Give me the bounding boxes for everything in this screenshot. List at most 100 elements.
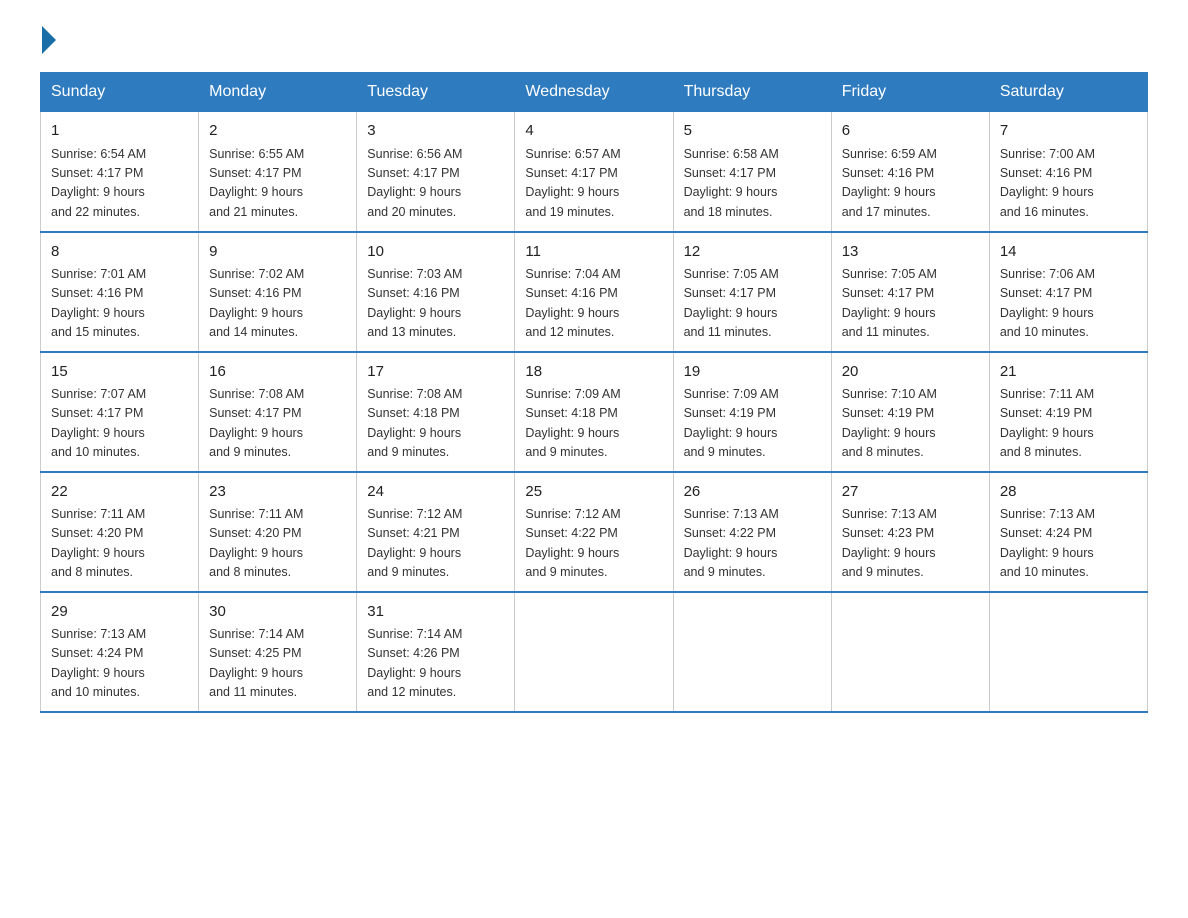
weekday-header-friday: Friday bbox=[831, 73, 989, 112]
day-number: 25 bbox=[525, 481, 662, 504]
calendar-week-row: 15Sunrise: 7:07 AMSunset: 4:17 PMDayligh… bbox=[41, 352, 1148, 472]
day-info: Sunrise: 7:06 AMSunset: 4:17 PMDaylight:… bbox=[1000, 265, 1137, 343]
day-info: Sunrise: 7:02 AMSunset: 4:16 PMDaylight:… bbox=[209, 265, 346, 343]
calendar-week-row: 1Sunrise: 6:54 AMSunset: 4:17 PMDaylight… bbox=[41, 112, 1148, 232]
day-info: Sunrise: 7:11 AMSunset: 4:19 PMDaylight:… bbox=[1000, 385, 1137, 463]
calendar-cell: 2Sunrise: 6:55 AMSunset: 4:17 PMDaylight… bbox=[199, 112, 357, 232]
day-number: 18 bbox=[525, 361, 662, 384]
calendar-cell: 7Sunrise: 7:00 AMSunset: 4:16 PMDaylight… bbox=[989, 112, 1147, 232]
day-info: Sunrise: 7:01 AMSunset: 4:16 PMDaylight:… bbox=[51, 265, 188, 343]
page-header bbox=[40, 30, 1148, 52]
day-number: 29 bbox=[51, 601, 188, 624]
calendar-cell: 11Sunrise: 7:04 AMSunset: 4:16 PMDayligh… bbox=[515, 232, 673, 352]
logo bbox=[40, 30, 56, 52]
calendar-week-row: 22Sunrise: 7:11 AMSunset: 4:20 PMDayligh… bbox=[41, 472, 1148, 592]
day-number: 6 bbox=[842, 120, 979, 143]
weekday-header-saturday: Saturday bbox=[989, 73, 1147, 112]
day-info: Sunrise: 6:56 AMSunset: 4:17 PMDaylight:… bbox=[367, 145, 504, 223]
calendar-week-row: 29Sunrise: 7:13 AMSunset: 4:24 PMDayligh… bbox=[41, 592, 1148, 712]
calendar-cell: 9Sunrise: 7:02 AMSunset: 4:16 PMDaylight… bbox=[199, 232, 357, 352]
day-info: Sunrise: 6:54 AMSunset: 4:17 PMDaylight:… bbox=[51, 145, 188, 223]
calendar-cell bbox=[989, 592, 1147, 712]
day-number: 7 bbox=[1000, 120, 1137, 143]
calendar-cell: 29Sunrise: 7:13 AMSunset: 4:24 PMDayligh… bbox=[41, 592, 199, 712]
day-number: 10 bbox=[367, 241, 504, 264]
day-info: Sunrise: 6:57 AMSunset: 4:17 PMDaylight:… bbox=[525, 145, 662, 223]
calendar-cell: 21Sunrise: 7:11 AMSunset: 4:19 PMDayligh… bbox=[989, 352, 1147, 472]
calendar-cell: 12Sunrise: 7:05 AMSunset: 4:17 PMDayligh… bbox=[673, 232, 831, 352]
calendar-cell: 25Sunrise: 7:12 AMSunset: 4:22 PMDayligh… bbox=[515, 472, 673, 592]
day-number: 19 bbox=[684, 361, 821, 384]
weekday-header-thursday: Thursday bbox=[673, 73, 831, 112]
day-number: 15 bbox=[51, 361, 188, 384]
day-number: 20 bbox=[842, 361, 979, 384]
calendar-cell: 8Sunrise: 7:01 AMSunset: 4:16 PMDaylight… bbox=[41, 232, 199, 352]
day-info: Sunrise: 7:11 AMSunset: 4:20 PMDaylight:… bbox=[209, 505, 346, 583]
day-number: 26 bbox=[684, 481, 821, 504]
calendar-cell: 3Sunrise: 6:56 AMSunset: 4:17 PMDaylight… bbox=[357, 112, 515, 232]
day-info: Sunrise: 7:14 AMSunset: 4:26 PMDaylight:… bbox=[367, 625, 504, 703]
day-number: 9 bbox=[209, 241, 346, 264]
day-info: Sunrise: 6:55 AMSunset: 4:17 PMDaylight:… bbox=[209, 145, 346, 223]
calendar-cell: 23Sunrise: 7:11 AMSunset: 4:20 PMDayligh… bbox=[199, 472, 357, 592]
day-info: Sunrise: 7:13 AMSunset: 4:22 PMDaylight:… bbox=[684, 505, 821, 583]
day-number: 24 bbox=[367, 481, 504, 504]
day-info: Sunrise: 7:12 AMSunset: 4:22 PMDaylight:… bbox=[525, 505, 662, 583]
day-number: 30 bbox=[209, 601, 346, 624]
day-info: Sunrise: 7:09 AMSunset: 4:19 PMDaylight:… bbox=[684, 385, 821, 463]
day-info: Sunrise: 7:03 AMSunset: 4:16 PMDaylight:… bbox=[367, 265, 504, 343]
day-info: Sunrise: 7:14 AMSunset: 4:25 PMDaylight:… bbox=[209, 625, 346, 703]
weekday-header-tuesday: Tuesday bbox=[357, 73, 515, 112]
day-info: Sunrise: 7:08 AMSunset: 4:17 PMDaylight:… bbox=[209, 385, 346, 463]
day-info: Sunrise: 7:04 AMSunset: 4:16 PMDaylight:… bbox=[525, 265, 662, 343]
calendar-cell: 19Sunrise: 7:09 AMSunset: 4:19 PMDayligh… bbox=[673, 352, 831, 472]
calendar-cell: 28Sunrise: 7:13 AMSunset: 4:24 PMDayligh… bbox=[989, 472, 1147, 592]
calendar-cell: 22Sunrise: 7:11 AMSunset: 4:20 PMDayligh… bbox=[41, 472, 199, 592]
day-number: 28 bbox=[1000, 481, 1137, 504]
day-number: 23 bbox=[209, 481, 346, 504]
day-number: 4 bbox=[525, 120, 662, 143]
day-number: 27 bbox=[842, 481, 979, 504]
day-info: Sunrise: 6:59 AMSunset: 4:16 PMDaylight:… bbox=[842, 145, 979, 223]
calendar-cell: 1Sunrise: 6:54 AMSunset: 4:17 PMDaylight… bbox=[41, 112, 199, 232]
weekday-header-monday: Monday bbox=[199, 73, 357, 112]
weekday-header-wednesday: Wednesday bbox=[515, 73, 673, 112]
calendar-cell bbox=[831, 592, 989, 712]
weekday-header-sunday: Sunday bbox=[41, 73, 199, 112]
day-number: 3 bbox=[367, 120, 504, 143]
day-info: Sunrise: 7:05 AMSunset: 4:17 PMDaylight:… bbox=[684, 265, 821, 343]
calendar-table: SundayMondayTuesdayWednesdayThursdayFrid… bbox=[40, 72, 1148, 713]
calendar-cell: 6Sunrise: 6:59 AMSunset: 4:16 PMDaylight… bbox=[831, 112, 989, 232]
day-number: 31 bbox=[367, 601, 504, 624]
calendar-cell: 24Sunrise: 7:12 AMSunset: 4:21 PMDayligh… bbox=[357, 472, 515, 592]
day-number: 1 bbox=[51, 120, 188, 143]
calendar-week-row: 8Sunrise: 7:01 AMSunset: 4:16 PMDaylight… bbox=[41, 232, 1148, 352]
calendar-cell bbox=[515, 592, 673, 712]
day-info: Sunrise: 7:09 AMSunset: 4:18 PMDaylight:… bbox=[525, 385, 662, 463]
calendar-cell: 31Sunrise: 7:14 AMSunset: 4:26 PMDayligh… bbox=[357, 592, 515, 712]
logo-arrow-icon bbox=[42, 26, 56, 54]
day-number: 21 bbox=[1000, 361, 1137, 384]
day-number: 13 bbox=[842, 241, 979, 264]
day-number: 2 bbox=[209, 120, 346, 143]
day-info: Sunrise: 7:11 AMSunset: 4:20 PMDaylight:… bbox=[51, 505, 188, 583]
calendar-cell: 4Sunrise: 6:57 AMSunset: 4:17 PMDaylight… bbox=[515, 112, 673, 232]
calendar-cell: 20Sunrise: 7:10 AMSunset: 4:19 PMDayligh… bbox=[831, 352, 989, 472]
calendar-cell: 17Sunrise: 7:08 AMSunset: 4:18 PMDayligh… bbox=[357, 352, 515, 472]
day-number: 14 bbox=[1000, 241, 1137, 264]
day-info: Sunrise: 7:05 AMSunset: 4:17 PMDaylight:… bbox=[842, 265, 979, 343]
calendar-cell: 13Sunrise: 7:05 AMSunset: 4:17 PMDayligh… bbox=[831, 232, 989, 352]
day-number: 12 bbox=[684, 241, 821, 264]
calendar-cell: 30Sunrise: 7:14 AMSunset: 4:25 PMDayligh… bbox=[199, 592, 357, 712]
calendar-cell: 16Sunrise: 7:08 AMSunset: 4:17 PMDayligh… bbox=[199, 352, 357, 472]
calendar-cell: 27Sunrise: 7:13 AMSunset: 4:23 PMDayligh… bbox=[831, 472, 989, 592]
calendar-cell: 5Sunrise: 6:58 AMSunset: 4:17 PMDaylight… bbox=[673, 112, 831, 232]
day-number: 17 bbox=[367, 361, 504, 384]
day-info: Sunrise: 7:12 AMSunset: 4:21 PMDaylight:… bbox=[367, 505, 504, 583]
weekday-header-row: SundayMondayTuesdayWednesdayThursdayFrid… bbox=[41, 73, 1148, 112]
calendar-cell: 26Sunrise: 7:13 AMSunset: 4:22 PMDayligh… bbox=[673, 472, 831, 592]
day-info: Sunrise: 7:00 AMSunset: 4:16 PMDaylight:… bbox=[1000, 145, 1137, 223]
calendar-cell: 14Sunrise: 7:06 AMSunset: 4:17 PMDayligh… bbox=[989, 232, 1147, 352]
day-info: Sunrise: 7:10 AMSunset: 4:19 PMDaylight:… bbox=[842, 385, 979, 463]
day-number: 11 bbox=[525, 241, 662, 264]
